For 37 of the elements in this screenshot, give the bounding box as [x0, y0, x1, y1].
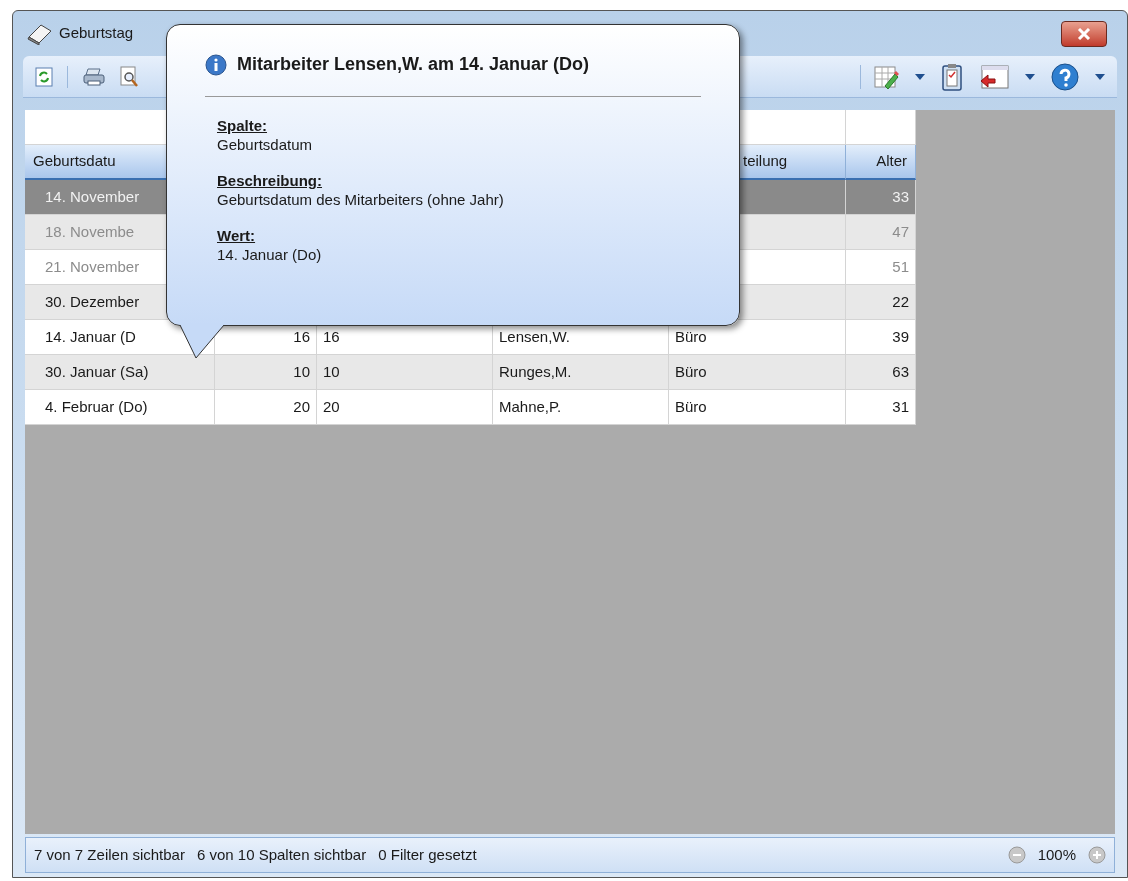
printer-icon[interactable] — [82, 66, 106, 87]
tooltip-title: Mitarbeiter Lensen,W. am 14. Januar (Do) — [237, 53, 590, 76]
tooltip-value: Geburtsdatum — [217, 135, 314, 155]
tooltip-label: Beschreibung: — [217, 172, 323, 190]
table-cell: 4. Februar (Do) — [25, 390, 215, 425]
caret-icon[interactable] — [915, 73, 925, 80]
tooltip-value: 14. Januar (Do) — [217, 245, 323, 265]
close-icon — [1077, 27, 1091, 40]
refresh-icon[interactable] — [35, 66, 53, 87]
status-text: 7 von 7 Zeilen sichtbar — [34, 844, 185, 865]
window-title: Geburtstag — [59, 23, 134, 44]
column-header[interactable]: Alter — [846, 145, 916, 180]
caret-icon[interactable] — [1095, 73, 1105, 80]
table-row[interactable]: 30. Januar (Sa) 10 10 Runges,M. Büro 63 — [25, 355, 916, 390]
table-cell: 31 — [846, 390, 916, 425]
tooltip-value: Geburtsdatum des Mitarbeiters (ohne Jahr) — [217, 190, 505, 210]
table-row[interactable]: 4. Februar (Do) 20 20 Mahne,P. Büro 31 — [25, 390, 916, 425]
book-icon — [27, 22, 53, 45]
clipboard-icon[interactable] — [941, 62, 963, 91]
status-text: 0 Filter gesetzt — [378, 844, 477, 865]
zoom-out-icon[interactable] — [1007, 846, 1026, 864]
caret-icon[interactable] — [1025, 73, 1035, 80]
table-cell: Mahne,P. — [493, 390, 669, 425]
tooltip-label: Spalte: — [217, 117, 268, 135]
info-icon — [205, 53, 227, 76]
tooltip-label: Wert: — [217, 227, 257, 245]
zoom-level: 100% — [1037, 844, 1076, 865]
table-cell: 20 — [317, 390, 493, 425]
table-cell: Büro — [669, 390, 846, 425]
help-icon[interactable] — [1051, 62, 1079, 91]
close-button[interactable] — [1061, 20, 1107, 47]
table-cell: 20 — [215, 390, 317, 425]
export-icon[interactable] — [979, 63, 1009, 90]
preview-icon[interactable] — [120, 65, 140, 88]
zoom-in-icon[interactable] — [1088, 846, 1106, 864]
status-text: 6 von 10 Spalten sichtbar — [196, 844, 367, 865]
table-edit-icon[interactable] — [873, 63, 899, 90]
